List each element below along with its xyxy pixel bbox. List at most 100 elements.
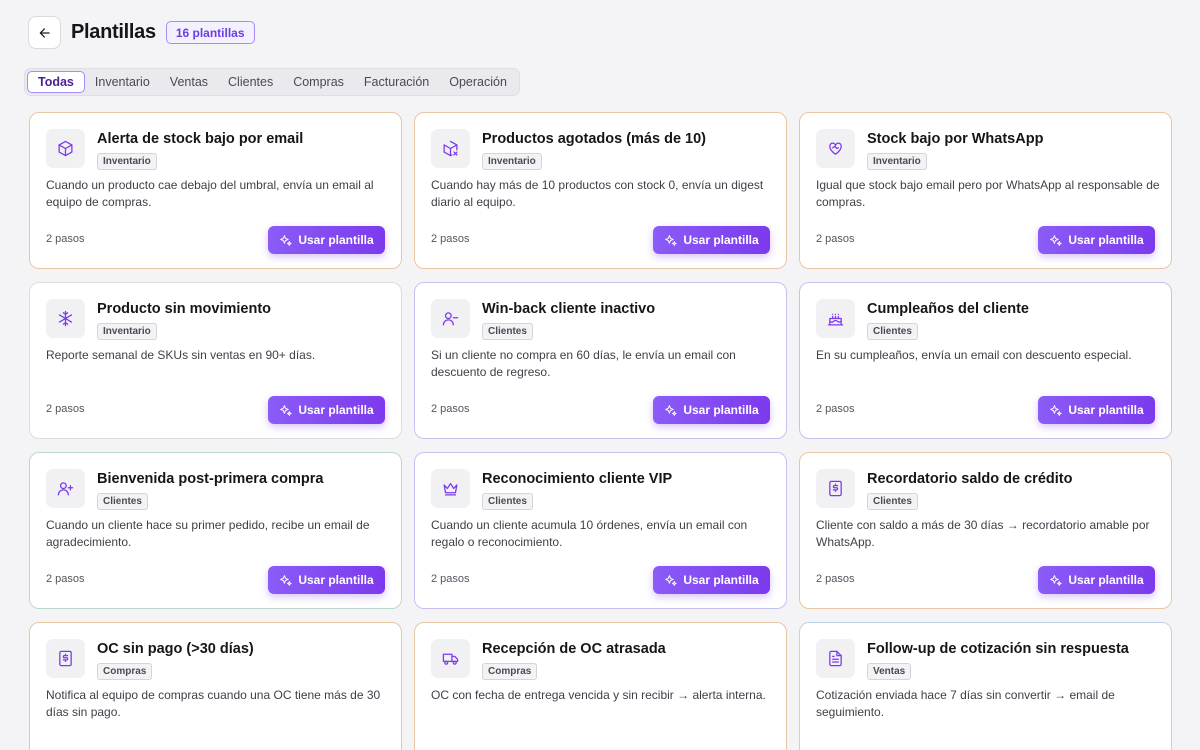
category-badge: Inventario: [867, 153, 927, 170]
use-template-label: Usar plantilla: [298, 573, 374, 587]
card-description: Cuando hay más de 10 productos con stock…: [431, 178, 764, 209]
use-template-label: Usar plantilla: [683, 403, 759, 417]
tab-todas[interactable]: Todas: [27, 71, 85, 93]
use-template-button[interactable]: Usar plantilla: [653, 396, 770, 424]
sparkles-icon: [665, 234, 677, 246]
category-badge: Clientes: [867, 323, 918, 340]
template-card: Productos agotados (más de 10) Inventari…: [414, 112, 787, 269]
user-minus-icon: [431, 299, 470, 338]
sparkles-icon: [1050, 234, 1062, 246]
category-tabs: Todas Inventario Ventas Clientes Compras…: [24, 68, 520, 96]
card-title: Bienvenida post-primera compra: [97, 471, 324, 487]
card-title: Recepción de OC atrasada: [482, 641, 666, 657]
template-card: Bienvenida post-primera compra Clientes …: [29, 452, 402, 609]
use-template-label: Usar plantilla: [683, 573, 759, 587]
sparkles-icon: [280, 574, 292, 586]
steps-count: 2 pasos: [431, 403, 470, 415]
tab-clientes[interactable]: Clientes: [218, 71, 283, 93]
sparkles-icon: [1050, 404, 1062, 416]
card-title: Follow-up de cotización sin respuesta: [867, 641, 1129, 657]
steps-count: 2 pasos: [816, 573, 855, 585]
card-description: Si un cliente no compra en 60 días, le e…: [431, 348, 736, 379]
card-description: Notifica al equipo de compras cuando una…: [46, 688, 381, 719]
use-template-button[interactable]: Usar plantilla: [268, 566, 385, 594]
use-template-label: Usar plantilla: [1068, 403, 1144, 417]
template-card: Producto sin movimiento Inventario Repor…: [29, 282, 402, 439]
crown-icon: [431, 469, 470, 508]
template-card: Stock bajo por WhatsApp Inventario Igual…: [799, 112, 1172, 269]
use-template-button[interactable]: Usar plantilla: [268, 396, 385, 424]
use-template-label: Usar plantilla: [298, 403, 374, 417]
steps-count: 2 pasos: [46, 403, 85, 415]
tab-compras[interactable]: Compras: [283, 71, 354, 93]
category-badge: Inventario: [97, 153, 157, 170]
use-template-button[interactable]: Usar plantilla: [1038, 396, 1155, 424]
card-description: Igual que stock bajo email pero por What…: [816, 178, 1160, 209]
card-title: Producto sin movimiento: [97, 301, 272, 317]
category-badge: Clientes: [482, 323, 533, 340]
sparkles-icon: [280, 404, 292, 416]
tab-operacion[interactable]: Operación: [439, 71, 517, 93]
tab-ventas[interactable]: Ventas: [160, 71, 218, 93]
use-template-button[interactable]: Usar plantilla: [1038, 226, 1155, 254]
category-badge: Clientes: [867, 493, 918, 510]
steps-count: 2 pasos: [46, 573, 85, 585]
category-badge: Clientes: [97, 493, 148, 510]
box-icon: [46, 129, 85, 168]
card-description: Cuando un cliente acumula 10 órdenes, en…: [431, 518, 748, 549]
sparkles-icon: [665, 574, 677, 586]
use-template-button[interactable]: Usar plantilla: [268, 226, 385, 254]
sparkles-icon: [1050, 574, 1062, 586]
card-title: Reconocimiento cliente VIP: [482, 471, 673, 487]
snowflake-icon: [46, 299, 85, 338]
tab-inventario[interactable]: Inventario: [85, 71, 160, 93]
heart-handshake-icon: [816, 129, 855, 168]
category-badge: Compras: [482, 663, 538, 680]
use-template-button[interactable]: Usar plantilla: [653, 226, 770, 254]
category-badge: Compras: [97, 663, 153, 680]
steps-count: 2 pasos: [816, 233, 855, 245]
template-card: Alerta de stock bajo por email Inventari…: [29, 112, 402, 269]
category-badge: Inventario: [482, 153, 542, 170]
category-badge: Clientes: [482, 493, 533, 510]
card-description: En su cumpleaños, envía un email con des…: [816, 348, 1132, 362]
user-plus-icon: [46, 469, 85, 508]
card-title: Alerta de stock bajo por email: [97, 131, 304, 147]
tab-facturacion[interactable]: Facturación: [354, 71, 439, 93]
category-badge: Ventas: [867, 663, 912, 680]
card-title: OC sin pago (>30 días): [97, 641, 254, 657]
steps-count: 2 pasos: [46, 233, 85, 245]
page-title: Plantillas: [71, 21, 156, 43]
use-template-label: Usar plantilla: [683, 233, 759, 247]
card-title: Win-back cliente inactivo: [482, 301, 656, 317]
card-description: Cotización enviada hace 7 días sin conve…: [816, 688, 1115, 719]
template-card: Recepción de OC atrasada Compras OC con …: [414, 622, 787, 750]
template-card: Cumpleaños del cliente Clientes En su cu…: [799, 282, 1172, 439]
sparkles-icon: [280, 234, 292, 246]
template-card: OC sin pago (>30 días) Compras Notifica …: [29, 622, 402, 750]
template-card: Reconocimiento cliente VIP Clientes Cuan…: [414, 452, 787, 609]
template-card: Follow-up de cotización sin respuesta Ve…: [799, 622, 1172, 750]
use-template-button[interactable]: Usar plantilla: [653, 566, 770, 594]
steps-count: 2 pasos: [431, 573, 470, 585]
back-button[interactable]: [28, 16, 61, 49]
use-template-label: Usar plantilla: [1068, 233, 1144, 247]
truck-icon: [431, 639, 470, 678]
card-description: Reporte semanal de SKUs sin ventas en 90…: [46, 348, 316, 362]
file-text-icon: [816, 639, 855, 678]
card-description: Cliente con saldo a más de 30 días → rec…: [816, 518, 1150, 549]
template-count-badge: 16 plantillas: [165, 21, 255, 44]
use-template-label: Usar plantilla: [298, 233, 374, 247]
sparkles-icon: [665, 404, 677, 416]
card-title: Cumpleaños del cliente: [867, 301, 1029, 317]
use-template-button[interactable]: Usar plantilla: [1038, 566, 1155, 594]
template-card: Recordatorio saldo de crédito Clientes C…: [799, 452, 1172, 609]
steps-count: 2 pasos: [816, 403, 855, 415]
receipt-dollar-icon: [816, 469, 855, 508]
template-card: Win-back cliente inactivo Clientes Si un…: [414, 282, 787, 439]
arrow-left-icon: [39, 27, 50, 38]
category-badge: Inventario: [97, 323, 157, 340]
card-description: Cuando un producto cae debajo del umbral…: [46, 178, 374, 209]
card-title: Productos agotados (más de 10): [482, 131, 706, 147]
card-description: OC con fecha de entrega vencida y sin re…: [431, 688, 766, 702]
